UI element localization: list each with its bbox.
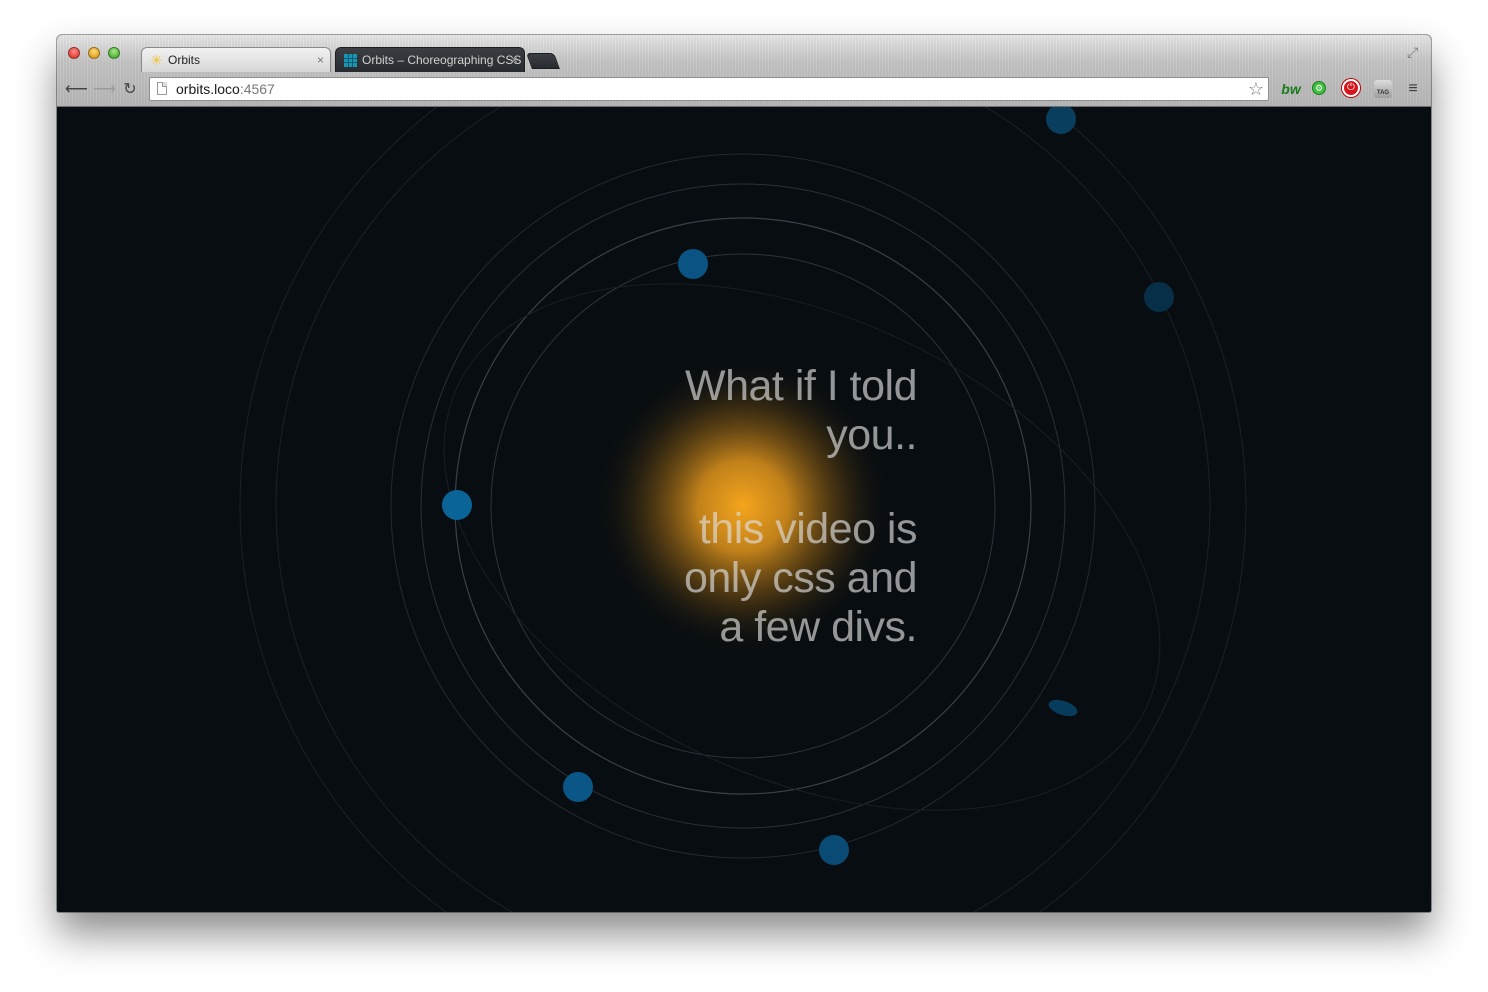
message-text: What if I told you.. this video is only …	[577, 362, 918, 652]
planet	[442, 490, 472, 520]
message-line: What if I told	[685, 362, 917, 410]
address-bar[interactable]: orbits.loco:4567 ☆	[149, 77, 1269, 101]
zoom-window-button[interactable]	[108, 47, 120, 59]
page-icon	[157, 82, 167, 95]
tab-title: Orbits	[168, 53, 201, 67]
close-icon[interactable]: ×	[511, 48, 518, 72]
bw-extension-icon[interactable]: bw	[1279, 78, 1303, 100]
tag-extension-icon[interactable]: TAG	[1374, 80, 1392, 98]
red-extension-icon[interactable]: ⏻	[1342, 79, 1360, 97]
menu-icon[interactable]: ≡	[1403, 78, 1423, 100]
message-line: this video is	[698, 505, 918, 553]
tab-title: Orbits – Choreographing CSS	[362, 53, 522, 67]
message-line: a few divs.	[719, 603, 917, 651]
planet	[1048, 699, 1078, 717]
planet	[819, 835, 849, 865]
planet	[563, 772, 593, 802]
back-arrow-icon[interactable]: ⟵	[65, 81, 88, 99]
star-icon: ✳	[150, 52, 163, 68]
planet	[1144, 282, 1174, 312]
reload-icon[interactable]: ↻	[121, 81, 139, 99]
tab-orbits-choreographing[interactable]: Orbits – Choreographing CSS ×	[335, 47, 525, 72]
planet	[678, 249, 708, 279]
new-tab-button[interactable]	[526, 53, 560, 69]
green-extension-icon[interactable]: ⚙	[1312, 81, 1326, 95]
browser-toolbar: ✳ Orbits × Orbits – Choreographing CSS ×…	[57, 35, 1431, 107]
tab-orbits[interactable]: ✳ Orbits ×	[141, 47, 331, 72]
browser-window: ✳ Orbits × Orbits – Choreographing CSS ×…	[57, 35, 1431, 912]
page-viewport: What if I told you.. this video is only …	[57, 107, 1431, 912]
bookmark-star-icon[interactable]: ☆	[1248, 79, 1264, 99]
fullscreen-icon[interactable]: ⤢	[1407, 45, 1421, 59]
message-line: you..	[826, 411, 917, 459]
message-line: only css and	[683, 554, 918, 602]
close-icon[interactable]: ×	[317, 48, 324, 72]
minimize-window-button[interactable]	[88, 47, 100, 59]
grid-icon	[344, 54, 357, 67]
close-window-button[interactable]	[68, 47, 80, 59]
planet	[1046, 107, 1076, 134]
url-text[interactable]: orbits.loco:4567	[176, 81, 275, 97]
forward-arrow-icon[interactable]: ⟶	[93, 81, 116, 99]
